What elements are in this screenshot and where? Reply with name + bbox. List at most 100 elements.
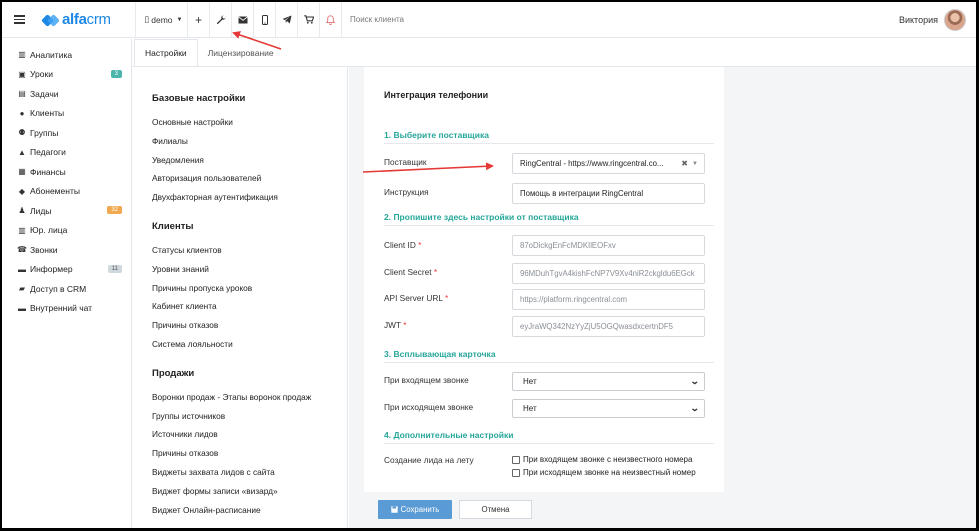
settings-link[interactable]: Виджет формы записи «визард»	[152, 482, 347, 501]
provider-select[interactable]: RingCentral - https://www.ringcentral.co…	[512, 153, 705, 174]
sidebar-item-label: Абонементы	[30, 186, 80, 197]
jwt-input[interactable]: eyJraWQ342NzYyZjU5OGQwasdxcertnDF5	[512, 316, 705, 337]
lead-outgoing-checkbox[interactable]: При исходящем звонке на неизвестный номе…	[512, 468, 696, 477]
client-icon: ●	[19, 108, 25, 118]
sidebar-item[interactable]: ▬ Информер 11	[2, 260, 131, 280]
settings-link[interactable]: Двухфакторная аутентификация	[152, 188, 347, 207]
sidebar-item[interactable]: ▬ Внутренний чат	[2, 299, 131, 319]
settings-link[interactable]: Уровни знаний	[152, 260, 347, 279]
tab-licensing[interactable]: Лицензирование	[198, 39, 284, 67]
save-button[interactable]: Сохранить	[378, 500, 452, 519]
sidebar-item-label: Задачи	[30, 88, 59, 99]
sidebar-item-label: Клиенты	[30, 108, 65, 119]
client-secret-input[interactable]: 96MDuhTgvA4kishFcNP7V9Xv4niR2ckgldu6EGck	[512, 263, 705, 284]
incoming-label: При входящем звонке	[384, 375, 469, 385]
settings-link[interactable]: Причины отказов	[152, 316, 347, 335]
instruction-link[interactable]: Помощь в интеграции RingCentral	[512, 183, 705, 204]
chevron-down-icon: ▼	[176, 16, 183, 23]
sidebar-item[interactable]: ▤ Задачи	[2, 84, 131, 104]
settings-button[interactable]	[209, 2, 231, 38]
jwt-label: JWT *	[384, 320, 407, 330]
tab-bar: Настройки Лицензирование	[132, 39, 284, 67]
client-id-input[interactable]: 87oDickgEnFcMDKIlEOFxv	[512, 235, 705, 256]
tab-settings[interactable]: Настройки	[134, 39, 198, 67]
checkbox-box[interactable]	[512, 468, 520, 477]
inbox-icon: ▬	[18, 264, 26, 274]
sidebar-item[interactable]: ☎ Звонки	[2, 240, 131, 260]
client-id-label: Client ID *	[384, 240, 422, 250]
section-provider: 1. Выберите поставщика	[384, 130, 714, 144]
settings-link[interactable]: Основные настройки	[152, 113, 347, 132]
sms-button[interactable]	[253, 2, 275, 38]
branch-selector[interactable]: ▯ demo ▼	[135, 2, 187, 38]
cart-button[interactable]	[297, 2, 319, 38]
settings-link[interactable]: Группы источников	[152, 407, 347, 426]
settings-link[interactable]: Система лояльности	[152, 335, 347, 354]
sidebar-item[interactable]: ▣ Уроки 3	[2, 65, 131, 85]
plus-icon: +	[194, 12, 202, 27]
client-search-input[interactable]: Поиск клиента	[341, 2, 741, 38]
user-menu[interactable]: Виктория	[899, 2, 966, 38]
sidebar-item[interactable]: ⚉ Группы	[2, 123, 131, 143]
sidebar-item[interactable]: ▥ Аналитика	[2, 45, 131, 65]
groups-icon: ⚉	[18, 128, 26, 138]
building-icon: ▥	[18, 225, 26, 235]
chevron-down-icon: ⌄	[690, 376, 701, 386]
cancel-button[interactable]: Отмена	[459, 500, 532, 519]
settings-link[interactable]: Филиалы	[152, 132, 347, 151]
sidebar-item[interactable]: ◆ Абонементы	[2, 182, 131, 202]
incoming-value: Нет	[523, 377, 537, 386]
sidebar-item-label: Педагоги	[30, 147, 66, 158]
sidebar-item-label: Аналитика	[30, 49, 73, 60]
settings-link[interactable]: Авторизация пользователей	[152, 169, 347, 188]
settings-link[interactable]: Виджеты захвата лидов с сайта	[152, 463, 347, 482]
clear-icon[interactable]: ✖	[681, 159, 688, 168]
api-url-label: API Server URL *	[384, 293, 449, 303]
add-button[interactable]: +	[187, 2, 209, 38]
sidebar-item-label: Группы	[30, 127, 59, 138]
menu-icon[interactable]	[5, 2, 33, 38]
sidebar-item[interactable]: ● Клиенты	[2, 104, 131, 124]
telephony-panel: Интеграция телефонии 1. Выберите поставщ…	[364, 67, 724, 492]
sidebar-item[interactable]: ♟ Лиды 32	[2, 201, 131, 221]
sidebar-item[interactable]: ▦ Финансы	[2, 162, 131, 182]
teacher-icon: ▲	[18, 147, 26, 157]
sidebar-item[interactable]: ▰ Доступ в CRM	[2, 279, 131, 299]
settings-link[interactable]: Причины пропуска уроков	[152, 279, 347, 298]
count-badge: 3	[110, 69, 122, 78]
incoming-select[interactable]: Нет ⌄	[512, 372, 705, 391]
lead-incoming-checkbox[interactable]: При входящем звонке с неизвестного номер…	[512, 455, 692, 464]
lead-icon: ♟	[18, 206, 26, 216]
cart-icon	[303, 15, 314, 24]
logo[interactable]: alfacrm	[41, 11, 135, 28]
mail-button[interactable]	[231, 2, 253, 38]
settings-link[interactable]: Источники лидов	[152, 425, 347, 444]
sidebar-item-label: Информер	[30, 264, 73, 275]
sidebar-item[interactable]: ▥ Юр. лица	[2, 221, 131, 241]
logo-text: alfacrm	[62, 11, 111, 28]
telegram-button[interactable]	[275, 2, 297, 38]
wrench-icon	[216, 15, 225, 24]
outgoing-value: Нет	[523, 404, 537, 413]
api-url-input[interactable]: https://platform.ringcentral.com	[512, 289, 705, 310]
settings-link[interactable]: Виджет Онлайн-расписание	[152, 501, 347, 520]
provider-value: RingCentral - https://www.ringcentral.co…	[520, 159, 664, 168]
settings-link[interactable]: Статусы клиентов	[152, 241, 347, 260]
settings-link[interactable]: Причины отказов	[152, 444, 347, 463]
sidebar-item[interactable]: ▲ Педагоги	[2, 143, 131, 163]
sidebar-item-label: Звонки	[30, 244, 58, 255]
settings-link[interactable]: Воронки продаж - Этапы воронок продаж	[152, 388, 347, 407]
lead-creation-label: Создание лида на лету	[384, 455, 474, 465]
mobile-icon	[261, 14, 268, 25]
settings-link[interactable]: Кабинет клиента	[152, 297, 347, 316]
checkbox-box[interactable]	[512, 455, 520, 464]
outgoing-select[interactable]: Нет ⌄	[512, 399, 705, 418]
settings-link[interactable]: Уведомления	[152, 151, 347, 170]
paper-plane-icon	[282, 15, 291, 24]
bell-icon	[326, 14, 335, 25]
chevron-down-icon: ▼	[692, 160, 698, 167]
notifications-button[interactable]	[319, 2, 341, 38]
settings-nav: Базовые настройки Основные настройки Филиа…	[132, 67, 348, 528]
client-secret-label: Client Secret *	[384, 267, 438, 277]
